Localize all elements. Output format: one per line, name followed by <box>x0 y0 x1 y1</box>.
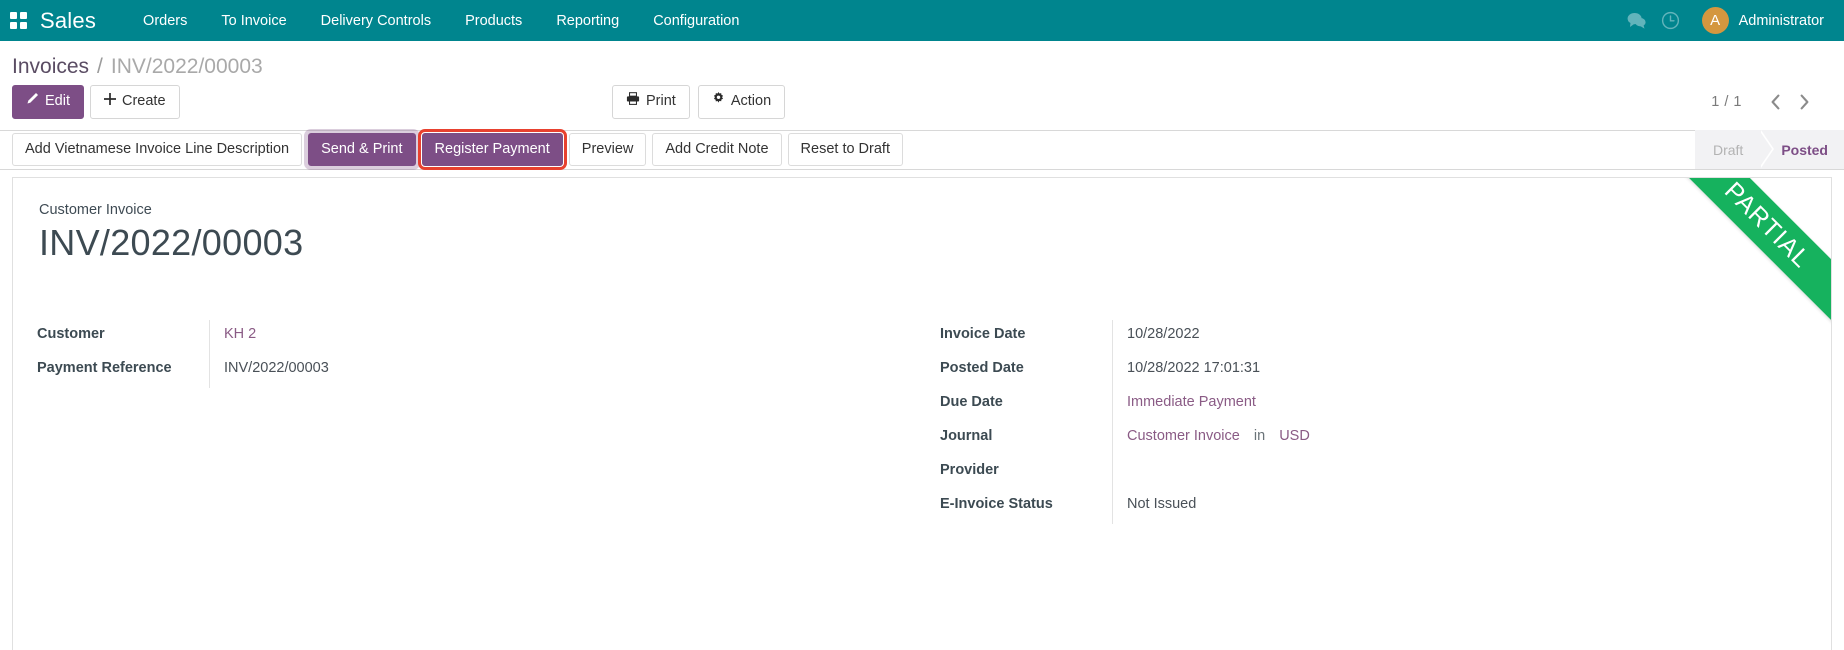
field-provider-value[interactable] <box>1112 455 1777 490</box>
form-columns: Customer KH 2 Payment Reference INV/2022… <box>37 319 1807 524</box>
field-payment-reference-label: Payment Reference <box>37 359 172 376</box>
send-and-print-button-wrapper: Send & Print <box>308 133 416 166</box>
add-credit-note-button[interactable]: Add Credit Note <box>652 133 782 166</box>
menu-item-to-invoice[interactable]: To Invoice <box>204 0 303 41</box>
main-menu: Orders To Invoice Delivery Controls Prod… <box>126 0 756 41</box>
field-journal: Journal Customer Invoice in USD <box>940 421 1777 456</box>
form-column-right: Invoice Date 10/28/2022 Posted Date 10/2… <box>922 319 1807 524</box>
edit-button[interactable]: Edit <box>12 85 84 119</box>
action-button[interactable]: Action <box>697 85 786 119</box>
create-button[interactable]: Create <box>90 85 180 119</box>
create-button-label: Create <box>122 93 166 109</box>
preview-button[interactable]: Preview <box>568 133 647 166</box>
menu-item-reporting[interactable]: Reporting <box>539 0 636 41</box>
navbar-right: A Administrator <box>1620 0 1830 41</box>
field-invoice-date: Invoice Date 10/28/2022 <box>940 319 1777 354</box>
field-customer-label: Customer <box>37 325 105 342</box>
breadcrumb-current: INV/2022/00003 <box>110 55 263 78</box>
printer-icon <box>626 92 640 112</box>
field-payment-reference: Payment Reference INV/2022/00003 <box>37 353 892 388</box>
print-button-label: Print <box>646 93 676 109</box>
user-name: Administrator <box>1738 12 1824 29</box>
plus-icon <box>104 92 116 112</box>
field-invoice-date-value[interactable]: 10/28/2022 <box>1112 319 1777 354</box>
center-actions: Print Action <box>612 85 786 119</box>
field-posted-date: Posted Date 10/28/2022 17:01:31 <box>940 353 1777 388</box>
menu-item-configuration[interactable]: Configuration <box>636 0 756 41</box>
field-journal-value: Customer Invoice in USD <box>1112 421 1777 456</box>
field-provider-label: Provider <box>940 461 999 478</box>
form-sheet-background: PARTIAL Customer Invoice INV/2022/00003 … <box>0 169 1844 650</box>
form-subtitle: Customer Invoice <box>39 201 152 218</box>
field-journal-label: Journal <box>940 427 993 444</box>
menu-item-products[interactable]: Products <box>448 0 539 41</box>
breadcrumb: Invoices / INV/2022/00003 <box>12 41 1832 85</box>
field-due-date-label: Due Date <box>940 393 1003 410</box>
add-vietnamese-invoice-line-description-button[interactable]: Add Vietnamese Invoice Line Description <box>12 133 303 166</box>
statusbar: Add Vietnamese Invoice Line Description … <box>0 129 1844 170</box>
field-payment-reference-value[interactable]: INV/2022/00003 <box>209 353 892 388</box>
status-state-draft[interactable]: Draft <box>1694 130 1775 170</box>
pencil-icon <box>26 92 39 112</box>
register-payment-button[interactable]: Register Payment <box>417 129 567 170</box>
field-journal-join-label: in <box>1253 427 1266 444</box>
avatar: A <box>1701 7 1729 34</box>
clock-icon[interactable] <box>1654 0 1688 41</box>
invoice-form-sheet: PARTIAL Customer Invoice INV/2022/00003 … <box>12 176 1832 650</box>
field-customer: Customer KH 2 <box>37 319 892 354</box>
pager-count: 1 / 1 <box>1711 93 1742 110</box>
breadcrumb-separator: / <box>97 55 103 78</box>
send-and-print-button[interactable]: Send & Print <box>308 133 416 166</box>
field-posted-date-label: Posted Date <box>940 359 1024 376</box>
field-invoice-date-label: Invoice Date <box>940 325 1026 342</box>
edit-button-label: Edit <box>45 93 70 109</box>
field-posted-date-value[interactable]: 10/28/2022 17:01:31 <box>1112 353 1777 388</box>
field-customer-value[interactable]: KH 2 <box>209 319 892 354</box>
field-einvoice-status-value: Not Issued <box>1112 489 1777 524</box>
field-einvoice-status: E-Invoice Status Not Issued <box>940 489 1777 524</box>
statusbar-states: Draft Posted <box>1694 130 1844 170</box>
menu-item-delivery-controls[interactable]: Delivery Controls <box>304 0 448 41</box>
gear-icon <box>712 92 725 112</box>
form-column-left: Customer KH 2 Payment Reference INV/2022… <box>37 319 922 524</box>
print-button[interactable]: Print <box>612 85 690 119</box>
messages-icon[interactable] <box>1620 0 1654 41</box>
action-button-label: Action <box>730 93 772 109</box>
reset-to-draft-button[interactable]: Reset to Draft <box>787 133 903 166</box>
user-menu[interactable]: A Administrator <box>1688 0 1830 41</box>
top-navbar: Sales Orders To Invoice Delivery Control… <box>0 0 1844 41</box>
chevron-right-icon[interactable] <box>1792 89 1818 115</box>
control-panel: Invoices / INV/2022/00003 Edit Create Pr… <box>0 41 1844 131</box>
status-state-posted-label: Posted <box>1781 141 1828 158</box>
menu-item-orders[interactable]: Orders <box>126 0 204 41</box>
field-due-date: Due Date Immediate Payment <box>940 387 1777 422</box>
app-brand-sales[interactable]: Sales <box>40 8 96 34</box>
statusbar-buttons: Add Vietnamese Invoice Line Description … <box>12 129 909 170</box>
field-journal-name[interactable]: Customer Invoice <box>1127 428 1240 444</box>
apps-grid-icon[interactable] <box>10 11 28 30</box>
breadcrumb-root[interactable]: Invoices <box>12 55 89 79</box>
chevron-left-icon[interactable] <box>1762 89 1788 115</box>
field-due-date-value[interactable]: Immediate Payment <box>1112 387 1777 422</box>
pager: 1 / 1 <box>1711 89 1818 115</box>
status-state-draft-label: Draft <box>1712 141 1744 158</box>
page-title: INV/2022/00003 <box>39 221 304 263</box>
field-journal-currency[interactable]: USD <box>1279 428 1310 444</box>
action-buttons-row: Edit Create Print Action 1 / 1 <box>12 85 1832 130</box>
field-einvoice-status-label: E-Invoice Status <box>940 495 1053 512</box>
field-provider: Provider <box>940 455 1777 490</box>
state-arrow-fill <box>1759 130 1773 169</box>
